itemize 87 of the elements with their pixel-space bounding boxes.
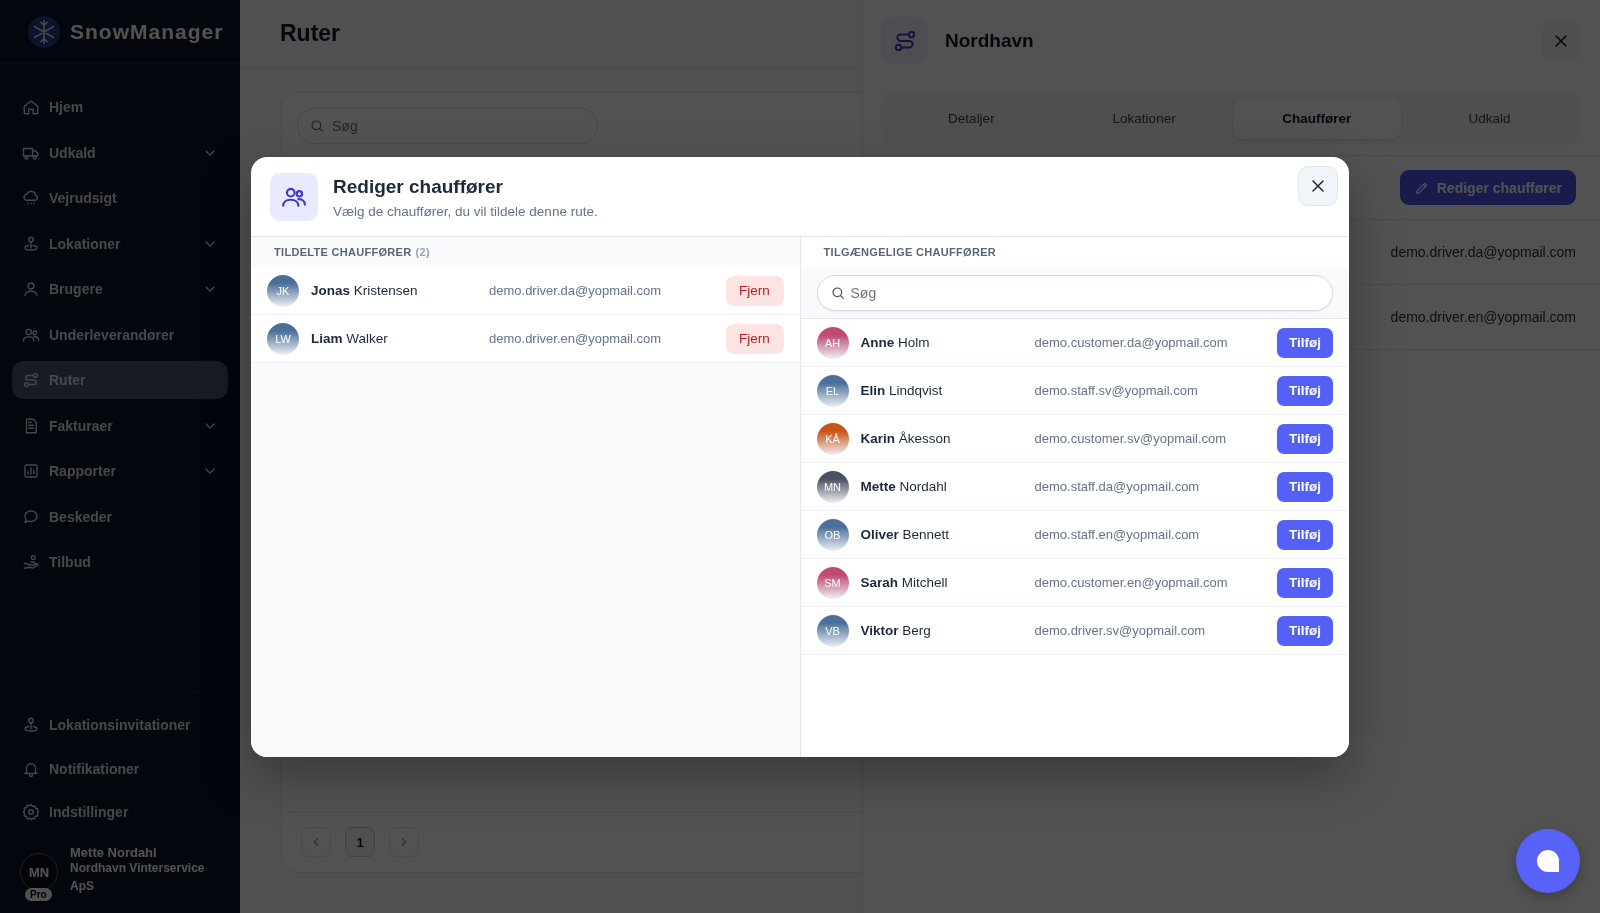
driver-email: demo.driver.sv@yopmail.com: [1034, 623, 1207, 638]
previous-page-button[interactable]: [301, 827, 331, 857]
tab[interactable]: Lokationer: [1059, 98, 1229, 139]
add-button[interactable]: Tilføj: [1277, 471, 1333, 502]
sidebar-item[interactable]: Indstillinger: [12, 793, 228, 832]
sidebar-item[interactable]: Lokationer: [12, 224, 228, 263]
next-page-button[interactable]: [389, 827, 419, 857]
speech-bubble-icon: [22, 507, 40, 526]
assigned-count: (2): [415, 246, 430, 258]
pin-icon: [22, 234, 40, 253]
driver-email: demo.customer.sv@yopmail.com: [1034, 431, 1228, 446]
settings-icon: [22, 803, 40, 822]
tab[interactable]: Udkald: [1405, 98, 1574, 139]
page-button[interactable]: 1: [345, 827, 375, 857]
driver-name: Sarah Mitchell: [860, 575, 949, 590]
modal-title: Rediger chauffører: [333, 176, 504, 198]
driver-email: demo.driver.da@yopmail.com: [1390, 244, 1576, 260]
avatar-initials: MN: [28, 864, 50, 880]
driver-name: Mette Nordahl: [860, 479, 948, 494]
avatar: LW: [267, 322, 299, 355]
avatar: MN: [816, 470, 849, 503]
avatar: JK: [267, 274, 299, 307]
section-heading: TILDELTE CHAUFFØRER: [274, 246, 412, 258]
driver-name: Viktor Berg: [860, 623, 932, 638]
section-heading: TILGÆNGELIGE CHAUFFØRER: [823, 246, 996, 258]
driver-email: demo.customer.en@yopmail.com: [1034, 575, 1229, 590]
pro-badge: Pro: [25, 888, 52, 902]
sidebar-item[interactable]: Lokationsinvitationer: [12, 706, 228, 745]
bar-chart-icon: [22, 462, 40, 480]
close-button[interactable]: [1298, 166, 1338, 206]
tab[interactable]: Detaljer: [887, 98, 1056, 139]
avatar: EL: [816, 374, 849, 407]
add-button[interactable]: Tilføj: [1277, 327, 1333, 358]
house-icon: [22, 98, 40, 116]
sidebar-item[interactable]: Notifikationer: [12, 749, 228, 788]
driver-email: demo.driver.da@yopmail.com: [489, 283, 663, 298]
close-button[interactable]: [1542, 20, 1580, 61]
avatar: KÅ: [816, 422, 849, 455]
cloud-icon: [22, 189, 40, 207]
sidebar-item[interactable]: Brugere: [12, 270, 228, 308]
company-name: Nordhavn Vinterservice ApS: [70, 860, 206, 895]
add-button[interactable]: Tilføj: [1277, 615, 1333, 646]
sidebar-item[interactable]: Tilbud: [12, 543, 228, 581]
sidebar-item[interactable]: Vejrudsigt: [12, 179, 228, 217]
chat-bubble-icon: [1536, 849, 1560, 873]
sidebar-item[interactable]: Udkald: [12, 133, 228, 172]
pin-icon: [22, 716, 40, 735]
hand-icon: [22, 553, 40, 571]
avatar: VB: [816, 614, 849, 647]
driver-name: Liam Walker: [311, 331, 389, 346]
brand-name: SnowManager: [70, 19, 224, 44]
page-title: Ruter: [280, 20, 341, 47]
tab[interactable]: Chauffører: [1232, 98, 1402, 139]
driver-email: demo.driver.en@yopmail.com: [1390, 309, 1576, 325]
search-icon: [829, 285, 846, 301]
driver-name: Jonas Kristensen: [311, 283, 419, 298]
snowflake-logo-icon: [28, 15, 60, 48]
panel-title: Nordhavn: [945, 29, 1035, 52]
add-button[interactable]: Tilføj: [1277, 375, 1333, 406]
sidebar-item[interactable]: Fakturaer: [12, 406, 228, 445]
user-name: Mette Nordahl: [70, 845, 158, 861]
remove-button[interactable]: Fjern: [725, 275, 784, 306]
driver-name: Elin Lindqvist: [860, 383, 944, 398]
remove-button[interactable]: Fjern: [725, 323, 784, 354]
avatar: OB: [816, 518, 849, 551]
person-icon: [22, 280, 40, 298]
sidebar-item[interactable]: Hjem: [12, 88, 228, 126]
driver-name: Anne Holm: [860, 335, 931, 350]
modal-subtitle: Vælg de chauffører, du vil tildele denne rute.: [333, 204, 599, 219]
sidebar-item[interactable]: Rapporter: [12, 452, 228, 490]
route-icon: [22, 371, 40, 389]
driver-email: demo.staff.en@yopmail.com: [1034, 527, 1201, 542]
driver-email: demo.staff.sv@yopmail.com: [1034, 383, 1199, 398]
add-button[interactable]: Tilføj: [1277, 567, 1333, 598]
add-button[interactable]: Tilføj: [1277, 423, 1333, 454]
search-field[interactable]: Søg: [816, 275, 1333, 311]
driver-email: demo.staff.da@yopmail.com: [1034, 479, 1201, 494]
sidebar-item[interactable]: Beskeder: [12, 497, 228, 536]
driver-email: demo.driver.en@yopmail.com: [489, 331, 663, 346]
add-button[interactable]: Tilføj: [1277, 519, 1333, 550]
driver-name: Oliver Bennett: [860, 527, 951, 542]
avatar: SM: [816, 566, 849, 599]
driver-name: Karin Åkesson: [860, 431, 952, 446]
search-icon: [309, 118, 325, 134]
avatar: AH: [816, 326, 849, 359]
driver-email: demo.customer.da@yopmail.com: [1034, 335, 1229, 350]
sidebar-item[interactable]: Underleverandører: [12, 315, 228, 354]
